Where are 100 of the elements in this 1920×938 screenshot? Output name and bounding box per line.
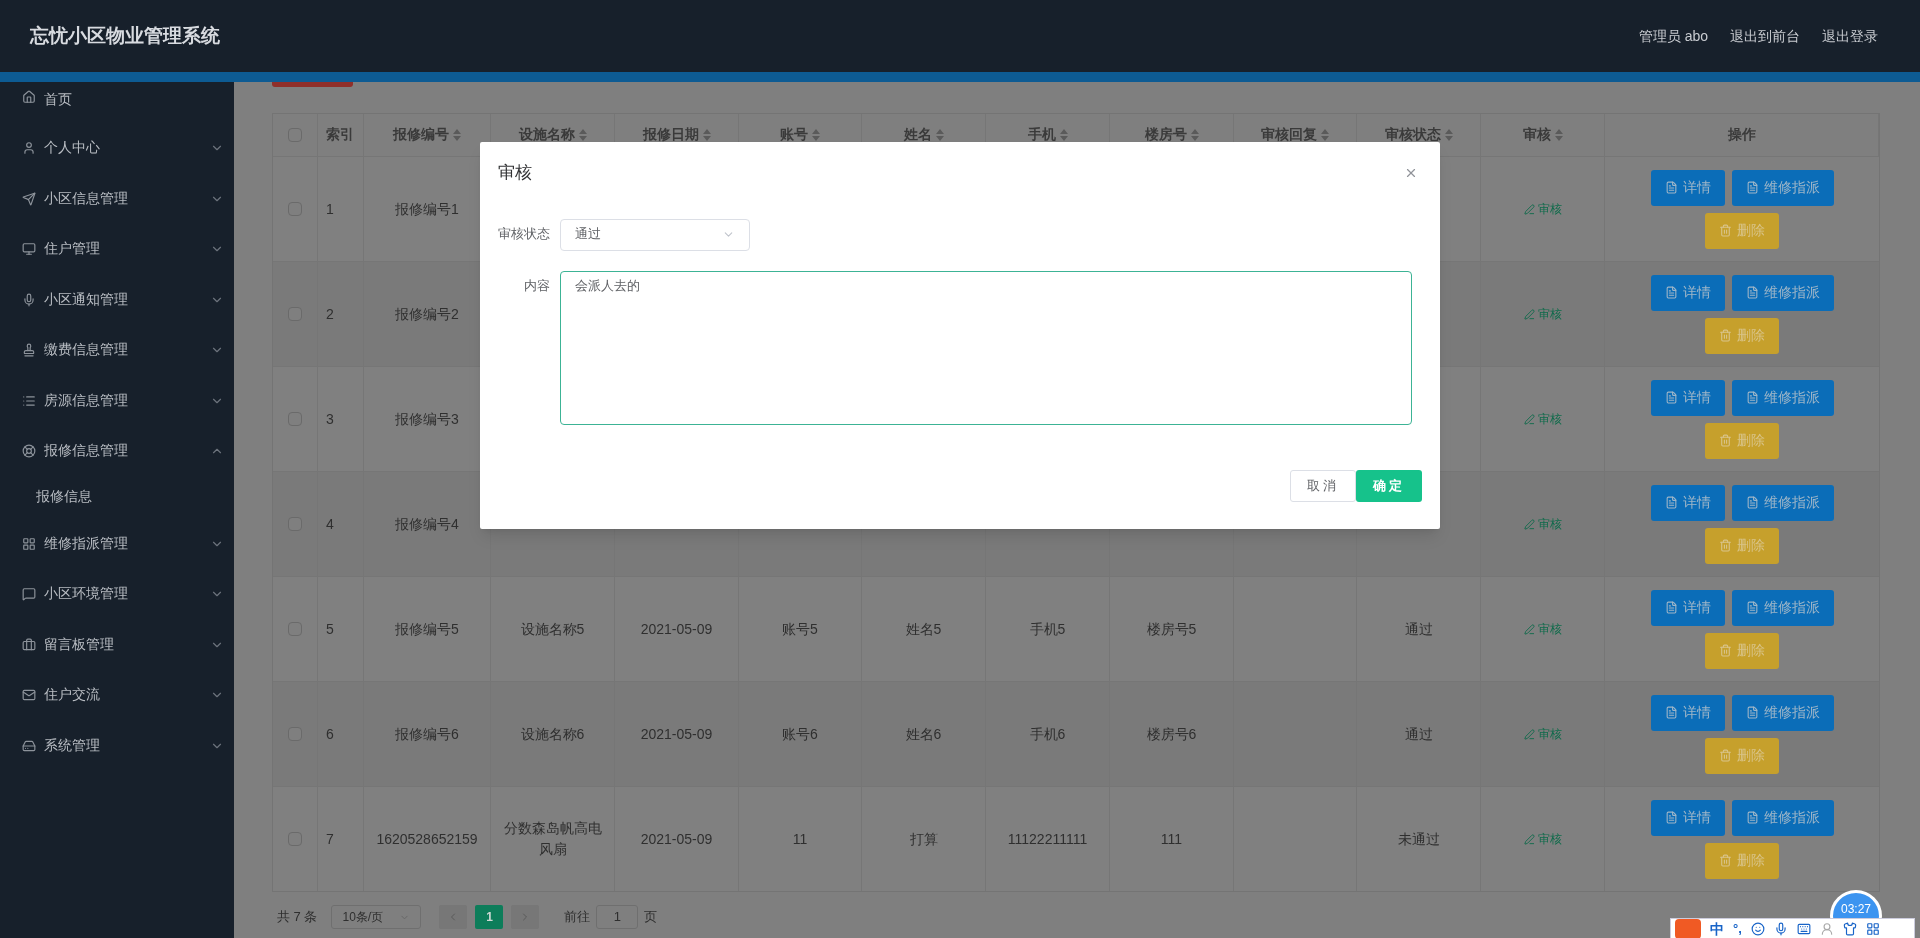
trash-icon <box>1719 854 1732 867</box>
page-button[interactable]: 1 <box>475 905 504 929</box>
table-cell-text: 5 <box>326 619 334 639</box>
keyboard-icon[interactable] <box>1796 922 1811 936</box>
header-link[interactable]: 退出到前台 <box>1730 25 1800 47</box>
header-link[interactable]: 退出登录 <box>1822 25 1878 47</box>
delete-button[interactable]: 删除 <box>1705 842 1779 879</box>
sidebar-item[interactable]: 小区通知管理 <box>0 274 234 325</box>
delete-button[interactable]: 删除 <box>1705 317 1779 354</box>
review-link[interactable]: 审核 <box>1523 725 1562 743</box>
sidebar-item[interactable]: 小区环境管理 <box>0 569 234 620</box>
sidebar-item[interactable]: 报修信息管理 <box>0 426 234 477</box>
detail-button[interactable]: 详情 <box>1650 274 1725 311</box>
delete-button[interactable]: 删除 <box>1705 422 1779 459</box>
table-cell-text: 报修编号3 <box>395 409 459 429</box>
review-link[interactable]: 审核 <box>1523 200 1562 218</box>
content-textarea[interactable]: 会派人去的 <box>560 270 1412 425</box>
table-cell-text: 报修编号5 <box>395 619 459 639</box>
dispatch-button[interactable]: 维修指派 <box>1731 484 1834 521</box>
sort-icon[interactable] <box>1321 129 1329 141</box>
sort-icon[interactable] <box>1059 129 1068 141</box>
dispatch-button[interactable]: 维修指派 <box>1731 169 1834 206</box>
sort-icon[interactable] <box>1190 129 1199 141</box>
detail-button[interactable]: 详情 <box>1650 694 1725 731</box>
delete-button[interactable]: 删除 <box>1705 212 1779 249</box>
smiley-icon[interactable] <box>1750 922 1765 936</box>
user-icon[interactable] <box>1819 922 1834 936</box>
lifebuoy-icon <box>22 444 36 459</box>
sidebar-item[interactable]: 维修指派管理 <box>0 518 234 569</box>
sidebar-item[interactable]: 住户管理 <box>0 224 234 275</box>
dispatch-button[interactable]: 维修指派 <box>1731 694 1834 731</box>
send-icon <box>22 191 36 206</box>
document-icon <box>1745 181 1759 194</box>
dispatch-button[interactable]: 维修指派 <box>1731 589 1834 626</box>
column-header: 手机 <box>1027 125 1056 144</box>
table-cell-text: 账号6 <box>782 724 818 744</box>
goto-label: 前往 <box>564 908 591 927</box>
sidebar-item[interactable]: 个人中心 <box>0 123 234 174</box>
detail-button[interactable]: 详情 <box>1650 379 1725 416</box>
page-size-select[interactable]: 10条/页 <box>331 905 422 929</box>
dispatch-button[interactable]: 维修指派 <box>1731 379 1834 416</box>
detail-button[interactable]: 详情 <box>1650 589 1725 626</box>
review-link[interactable]: 审核 <box>1523 830 1562 848</box>
column-header: 报修编号 <box>393 125 449 144</box>
shirt-icon[interactable] <box>1842 922 1857 936</box>
table-cell-text: 111 <box>1160 829 1183 849</box>
sort-icon[interactable] <box>1554 129 1563 141</box>
column-header: 审核状态 <box>1384 125 1441 144</box>
detail-button[interactable]: 详情 <box>1650 799 1725 836</box>
confirm-button[interactable]: 确定 <box>1356 469 1422 502</box>
header-link[interactable]: 管理员 abo <box>1638 25 1708 47</box>
sort-icon[interactable] <box>1444 129 1453 141</box>
status-select[interactable]: 通过 <box>560 218 750 251</box>
grid-icon[interactable] <box>1865 922 1880 936</box>
document-icon <box>1745 391 1759 404</box>
sidebar-item[interactable]: 小区信息管理 <box>0 173 234 224</box>
sort-icon[interactable] <box>578 129 587 141</box>
review-link[interactable]: 审核 <box>1523 515 1562 533</box>
ime-punctuation[interactable]: °, <box>1733 919 1742 938</box>
column-header: 审核回复 <box>1261 125 1317 144</box>
review-link[interactable]: 审核 <box>1523 410 1562 428</box>
sidebar-item[interactable]: 房源信息管理 <box>0 375 234 426</box>
delete-button[interactable]: 删除 <box>1705 737 1779 774</box>
app-title: 忘忧小区物业管理系统 <box>30 23 220 48</box>
pen-icon <box>1523 833 1535 845</box>
sidebar-item[interactable]: 住户交流 <box>0 670 234 721</box>
sort-icon[interactable] <box>702 129 711 141</box>
sidebar-item[interactable]: 缴费信息管理 <box>0 325 234 376</box>
next-page-button[interactable] <box>511 905 540 929</box>
dispatch-button[interactable]: 维修指派 <box>1731 799 1834 836</box>
goto-field[interactable]: 1 <box>596 905 639 929</box>
page-suffix: 页 <box>644 908 658 927</box>
detail-button[interactable]: 详情 <box>1650 484 1725 521</box>
delete-button[interactable]: 删除 <box>1705 632 1779 669</box>
detail-button[interactable]: 详情 <box>1650 169 1725 206</box>
ime-mode[interactable]: 中 <box>1710 918 1724 938</box>
pen-icon <box>1523 308 1535 320</box>
sidebar-item[interactable]: 系统管理 <box>0 720 234 771</box>
delete-button[interactable]: 删除 <box>1705 527 1779 564</box>
field-label: 内容 <box>523 277 551 295</box>
document-icon <box>1664 601 1678 614</box>
table-cell-text: 账号5 <box>782 619 818 639</box>
sort-icon[interactable] <box>453 129 461 141</box>
microphone-icon[interactable] <box>1773 922 1788 936</box>
toolbar-button[interactable] <box>272 82 353 87</box>
trash-icon <box>1719 329 1732 342</box>
home-icon <box>22 90 36 104</box>
dispatch-button[interactable]: 维修指派 <box>1731 274 1834 311</box>
sidebar-subitem[interactable]: 报修信息 <box>0 476 234 519</box>
table-cell-text: 未通过 <box>1397 829 1440 849</box>
sidebar-item[interactable]: 留言板管理 <box>0 619 234 670</box>
cancel-button[interactable]: 取消 <box>1290 469 1356 502</box>
sidebar-item[interactable]: 首页 <box>0 82 234 123</box>
review-link[interactable]: 审核 <box>1523 305 1562 323</box>
sort-icon[interactable] <box>812 129 820 141</box>
review-link[interactable]: 审核 <box>1523 620 1562 638</box>
pen-icon <box>1523 728 1535 740</box>
table-cell-text: 手机5 <box>1029 619 1066 639</box>
sort-icon[interactable] <box>935 129 944 141</box>
column-header: 设施名称 <box>518 125 575 144</box>
